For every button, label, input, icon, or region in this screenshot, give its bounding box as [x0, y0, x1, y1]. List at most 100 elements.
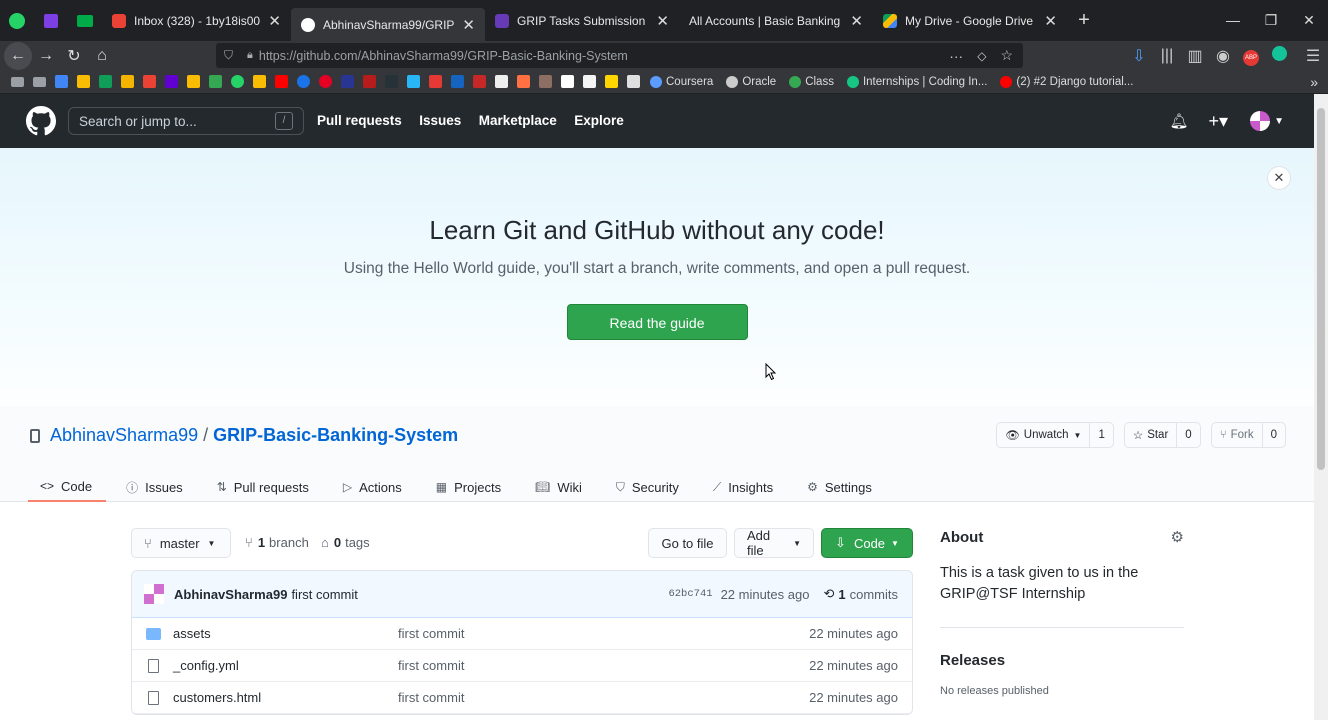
close-icon[interactable]: ✕: [1268, 167, 1290, 189]
pinned-tab-meet[interactable]: [68, 0, 102, 41]
file-name[interactable]: customers.html: [173, 690, 398, 705]
grammarly-icon[interactable]: [1265, 45, 1293, 66]
maps-icon[interactable]: [204, 71, 226, 93]
browser-tab[interactable]: GRIP Tasks Submission ✕: [485, 0, 679, 41]
app-icon[interactable]: [446, 71, 468, 93]
download-icon[interactable]: ⇩: [1125, 46, 1153, 66]
nav-pull-requests[interactable]: Pull requests: [317, 113, 402, 128]
star-count[interactable]: 0: [1177, 429, 1199, 441]
photos-icon[interactable]: [248, 71, 270, 93]
file-name[interactable]: assets: [173, 626, 398, 641]
sidebar-icon[interactable]: ▥: [1181, 46, 1209, 66]
pinterest-icon[interactable]: [314, 71, 336, 93]
bookmark-star-icon[interactable]: ☆: [1000, 47, 1013, 64]
app-icon[interactable]: [534, 71, 556, 93]
create-new-icon[interactable]: +▾: [1209, 111, 1229, 132]
file-row[interactable]: assets first commit 22 minutes ago: [132, 618, 912, 650]
avatar[interactable]: [1250, 111, 1271, 131]
tab-actions[interactable]: ▷ Actions: [331, 472, 416, 502]
minimize-icon[interactable]: —: [1214, 12, 1252, 29]
app-icon[interactable]: [402, 71, 424, 93]
pinned-tab-whatsapp[interactable]: [0, 0, 34, 41]
file-commit-message[interactable]: first commit: [398, 626, 809, 641]
file-name[interactable]: _config.yml: [173, 658, 398, 673]
star-button[interactable]: ☆ Star 0: [1123, 422, 1201, 448]
commit-author[interactable]: AbhinavSharma99: [174, 587, 287, 602]
bookmark-class[interactable]: Class: [789, 75, 834, 88]
gmail-icon[interactable]: [138, 71, 160, 93]
go-to-file-button[interactable]: Go to file: [648, 528, 727, 558]
nav-issues[interactable]: Issues: [419, 113, 461, 128]
author-avatar[interactable]: [144, 584, 164, 604]
close-tab-icon[interactable]: ✕: [462, 16, 475, 34]
browser-tab[interactable]: My Drive - Google Drive ✕: [873, 0, 1067, 41]
watch-count[interactable]: 1: [1090, 429, 1112, 441]
library-icon[interactable]: |||: [1153, 47, 1181, 65]
tab-pull-requests[interactable]: ⇅ Pull requests: [205, 472, 323, 502]
back-icon[interactable]: ←: [4, 41, 32, 70]
file-commit-message[interactable]: first commit: [398, 658, 809, 673]
close-tab-icon[interactable]: ✕: [1044, 12, 1057, 30]
play-icon[interactable]: [292, 71, 314, 93]
app-icon[interactable]: [468, 71, 490, 93]
releases-title[interactable]: Releases: [940, 652, 1184, 669]
youtube-icon[interactable]: [270, 71, 292, 93]
tab-projects[interactable]: ▦ Projects: [424, 472, 515, 502]
page-actions-icon[interactable]: ···: [949, 48, 963, 64]
pinned-tab-app[interactable]: [34, 0, 68, 41]
chevron-down-icon[interactable]: ▼: [1274, 116, 1284, 127]
bookmark-django-tutorial[interactable]: (2) #2 Django tutorial...: [1000, 75, 1133, 88]
reload-icon[interactable]: ↻: [60, 42, 88, 70]
new-tab-button[interactable]: +: [1067, 9, 1101, 32]
nav-explore[interactable]: Explore: [574, 113, 624, 128]
bookmark-internships[interactable]: Internships | Coding In...: [846, 75, 987, 88]
search-input[interactable]: Search or jump to... /: [68, 107, 304, 135]
close-window-icon[interactable]: ✕: [1290, 12, 1328, 29]
branch-select-button[interactable]: ⑂ master ▼: [131, 528, 231, 558]
gear-icon[interactable]: ⚙: [1171, 528, 1184, 546]
folder-icon[interactable]: [28, 71, 50, 93]
keep-icon[interactable]: [182, 71, 204, 93]
repo-name-link[interactable]: GRIP-Basic-Banking-System: [213, 425, 458, 446]
menu-icon[interactable]: ☰: [1293, 46, 1328, 66]
commit-count[interactable]: 1: [838, 587, 845, 602]
forward-icon[interactable]: →: [32, 42, 60, 70]
app-icon[interactable]: [578, 71, 600, 93]
drive-icon[interactable]: [72, 71, 94, 93]
amazon-icon[interactable]: [556, 71, 578, 93]
app-icon[interactable]: [336, 71, 358, 93]
tab-wiki[interactable]: 📖︎ Wiki: [523, 472, 596, 502]
scrollbar[interactable]: [1314, 94, 1328, 720]
close-tab-icon[interactable]: ✕: [268, 12, 281, 30]
bookmark-oracle[interactable]: Oracle: [726, 75, 776, 88]
app-icon[interactable]: [358, 71, 380, 93]
pocket-icon[interactable]: ◇: [977, 49, 986, 63]
docs-icon[interactable]: [50, 71, 72, 93]
notifications-bell-icon[interactable]: 🔔︎: [1170, 112, 1189, 130]
more-bookmarks-icon[interactable]: »: [1310, 74, 1318, 90]
close-tab-icon[interactable]: ✕: [656, 12, 669, 30]
fork-count[interactable]: 0: [1263, 429, 1285, 441]
app-icon[interactable]: [380, 71, 402, 93]
browser-tab-active[interactable]: AbhinavSharma99/GRIP-Basic- ✕: [291, 8, 485, 41]
tab-insights[interactable]: ⟋ Insights: [701, 472, 787, 502]
app-icon[interactable]: [600, 71, 622, 93]
adblock-icon[interactable]: ABP: [1237, 46, 1265, 66]
nav-marketplace[interactable]: Marketplace: [479, 113, 557, 128]
slides-icon[interactable]: [116, 71, 138, 93]
read-the-guide-button[interactable]: Read the guide: [566, 304, 748, 340]
browser-tab[interactable]: All Accounts | Basic Banking System ✕: [679, 0, 873, 41]
app-icon[interactable]: [622, 71, 644, 93]
file-commit-message[interactable]: first commit: [398, 690, 809, 705]
tab-code[interactable]: <> Code: [28, 472, 107, 502]
code-download-button[interactable]: ⇩ Code ▼: [821, 528, 913, 558]
tags-link[interactable]: ⌂ 0 tags: [321, 535, 370, 550]
fork-button[interactable]: ⑂ Fork 0: [1210, 422, 1286, 448]
browser-tab[interactable]: Inbox (328) - 1by18is001@bm ✕: [102, 0, 291, 41]
home-icon[interactable]: ⌂: [88, 42, 116, 70]
file-row[interactable]: _config.yml first commit 22 minutes ago: [132, 650, 912, 682]
account-icon[interactable]: ◉: [1209, 46, 1237, 66]
yahoo-icon[interactable]: [160, 71, 182, 93]
app-icon[interactable]: [490, 71, 512, 93]
scrollbar-thumb[interactable]: [1317, 108, 1325, 470]
